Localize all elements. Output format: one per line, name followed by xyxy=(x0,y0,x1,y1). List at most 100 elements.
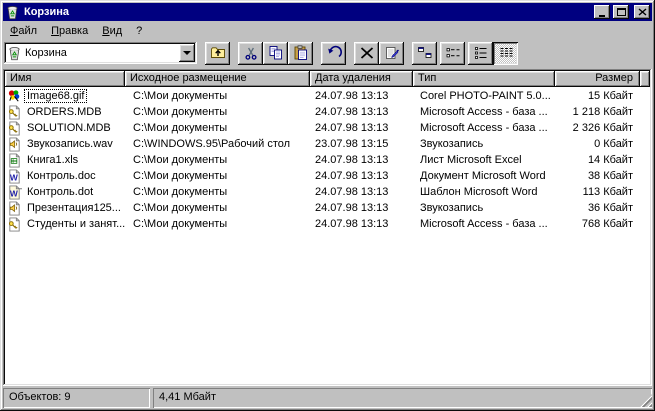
file-location: C:\WINDOWS.95\Рабочий стол xyxy=(125,138,310,150)
close-button[interactable] xyxy=(634,5,650,19)
menu-bar: Файл Правка Вид ? xyxy=(3,21,652,40)
view-small-icons-button[interactable] xyxy=(440,42,465,65)
status-total-size: 4,41 Мбайт xyxy=(153,388,652,408)
status-object-count: Объектов: 9 xyxy=(3,388,150,408)
file-name-cell: Книга1.xls xyxy=(5,153,125,168)
file-type: Документ Microsoft Word xyxy=(413,170,555,182)
file-size: 1 218 Кбайт xyxy=(555,106,640,118)
recycle-bin-icon xyxy=(7,46,22,61)
corel-photo-paint-icon xyxy=(7,89,22,104)
title-bar[interactable]: Корзина xyxy=(3,3,652,21)
file-location: C:\Мои документы xyxy=(125,106,310,118)
copy-button[interactable] xyxy=(263,42,288,65)
paste-icon xyxy=(293,45,309,61)
table-row[interactable]: Звукозапись.wav C:\WINDOWS.95\Рабочий ст… xyxy=(5,136,650,152)
file-type: Corel PHOTO-PAINT 5.0... xyxy=(413,90,555,102)
table-row[interactable]: Студенты и занят... C:\Мои документы 24.… xyxy=(5,216,650,232)
table-row[interactable]: Контроль.dot C:\Мои документы 24.07.98 1… xyxy=(5,184,650,200)
file-deleted-date: 23.07.98 13:15 xyxy=(310,138,413,150)
file-name-cell: Контроль.dot xyxy=(5,185,125,200)
recycle-bin-icon[interactable] xyxy=(5,5,20,20)
table-row[interactable]: ORDERS.MDB C:\Мои документы 24.07.98 13:… xyxy=(5,104,650,120)
file-size: 36 Кбайт xyxy=(555,202,640,214)
file-name-cell: Контроль.doc xyxy=(5,169,125,184)
menu-help[interactable]: ? xyxy=(129,24,149,39)
large-icons-icon xyxy=(417,45,433,61)
column-header-size[interactable]: Размер xyxy=(555,71,640,87)
table-row[interactable]: Image68.gif C:\Мои документы 24.07.98 13… xyxy=(5,88,650,104)
file-type: Звукозапись xyxy=(413,138,555,150)
file-name: Звукозапись.wav xyxy=(25,138,115,150)
file-size: 768 Кбайт xyxy=(555,218,640,230)
file-deleted-date: 24.07.98 13:13 xyxy=(310,202,413,214)
word-template-icon xyxy=(7,185,22,200)
file-name: Контроль.dot xyxy=(25,186,95,198)
menu-file[interactable]: Файл xyxy=(3,24,44,39)
combobox-dropdown-button[interactable] xyxy=(179,44,195,62)
file-location: C:\Мои документы xyxy=(125,90,310,102)
properties-button[interactable] xyxy=(379,42,404,65)
delete-button[interactable] xyxy=(354,42,379,65)
file-size: 2 326 Кбайт xyxy=(555,122,640,134)
file-type: Microsoft Access - база ... xyxy=(413,122,555,134)
table-row[interactable]: Контроль.doc C:\Мои документы 24.07.98 1… xyxy=(5,168,650,184)
minimize-icon xyxy=(599,15,605,17)
undo-arrow-icon xyxy=(326,45,342,61)
menu-view[interactable]: Вид xyxy=(95,24,129,39)
paste-button[interactable] xyxy=(288,42,313,65)
cut-button[interactable] xyxy=(238,42,263,65)
x-icon xyxy=(359,45,375,61)
file-size: 0 Кбайт xyxy=(555,138,640,150)
word-document-icon xyxy=(7,169,22,184)
file-deleted-date: 24.07.98 13:13 xyxy=(310,170,413,182)
column-header-location[interactable]: Исходное размещение xyxy=(125,71,310,87)
file-list: Имя Исходное размещение Дата удаления Ти… xyxy=(3,69,652,386)
address-combobox[interactable]: Корзина xyxy=(4,42,197,64)
column-header-type[interactable]: Тип xyxy=(413,71,555,87)
access-database-icon xyxy=(7,105,22,120)
copy-icon xyxy=(268,45,284,61)
file-size: 14 Кбайт xyxy=(555,154,640,166)
file-location: C:\Мои документы xyxy=(125,186,310,198)
view-large-icons-button[interactable] xyxy=(412,42,437,65)
file-name-cell: Студенты и занят... xyxy=(5,217,125,232)
file-deleted-date: 24.07.98 13:13 xyxy=(310,186,413,198)
file-name: Книга1.xls xyxy=(25,154,80,166)
file-size: 15 Кбайт xyxy=(555,90,640,102)
maximize-button[interactable] xyxy=(613,5,629,19)
file-size: 113 Кбайт xyxy=(555,186,640,198)
table-row[interactable]: Книга1.xls C:\Мои документы 24.07.98 13:… xyxy=(5,152,650,168)
file-deleted-date: 24.07.98 13:13 xyxy=(310,106,413,118)
recycle-bin-window: Корзина Файл Правка Вид ? Корзина xyxy=(0,0,655,411)
file-type: Шаблон Microsoft Word xyxy=(413,186,555,198)
file-location: C:\Мои документы xyxy=(125,154,310,166)
address-value: Корзина xyxy=(25,47,176,59)
file-type: Microsoft Access - база ... xyxy=(413,218,555,230)
file-location: C:\Мои документы xyxy=(125,218,310,230)
menu-edit[interactable]: Правка xyxy=(44,24,95,39)
file-name: SOLUTION.MDB xyxy=(25,122,113,134)
up-one-level-button[interactable] xyxy=(205,42,230,65)
folder-up-icon xyxy=(210,45,226,61)
sound-file-icon xyxy=(7,201,22,216)
file-deleted-date: 24.07.98 13:13 xyxy=(310,154,413,166)
table-row[interactable]: SOLUTION.MDB C:\Мои документы 24.07.98 1… xyxy=(5,120,650,136)
undo-button[interactable] xyxy=(321,42,346,65)
table-row[interactable]: Презентация125... C:\Мои документы 24.07… xyxy=(5,200,650,216)
rows-container: Image68.gif C:\Мои документы 24.07.98 13… xyxy=(5,87,650,384)
small-icons-icon xyxy=(445,45,461,61)
file-name-cell: Image68.gif xyxy=(5,89,125,104)
file-name-cell: ORDERS.MDB xyxy=(5,105,125,120)
file-location: C:\Мои документы xyxy=(125,122,310,134)
details-view-icon xyxy=(498,45,514,61)
file-type: Лист Microsoft Excel xyxy=(413,154,555,166)
file-name-cell: Звукозапись.wav xyxy=(5,137,125,152)
file-deleted-date: 24.07.98 13:13 xyxy=(310,122,413,134)
column-header-deleted[interactable]: Дата удаления xyxy=(310,71,413,87)
window-title: Корзина xyxy=(23,6,591,18)
view-list-button[interactable] xyxy=(468,42,493,65)
minimize-button[interactable] xyxy=(594,5,610,19)
view-details-button[interactable] xyxy=(493,42,518,65)
column-header-name[interactable]: Имя xyxy=(5,71,125,87)
column-headers: Имя Исходное размещение Дата удаления Ти… xyxy=(5,71,650,87)
